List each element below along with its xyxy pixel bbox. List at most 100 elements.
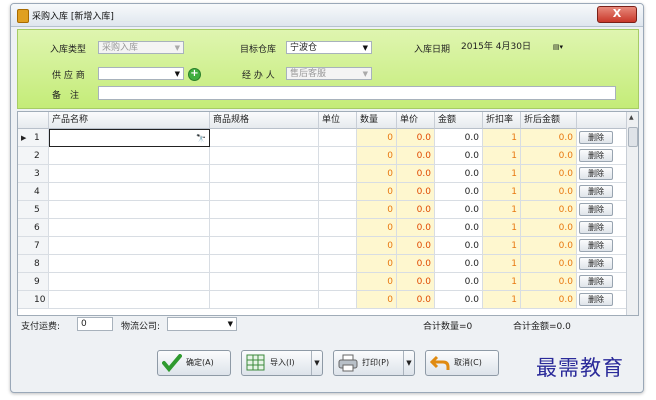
cell-spec[interactable] bbox=[210, 165, 319, 183]
table-row[interactable]: 4 0 0.0 0.0 1 0.0 删除 bbox=[18, 183, 627, 201]
cell-quantity[interactable]: 0 bbox=[357, 219, 397, 237]
col-quantity[interactable]: 数量 bbox=[357, 112, 397, 129]
cell-spec[interactable] bbox=[210, 201, 319, 219]
cell-product-name[interactable] bbox=[49, 273, 210, 291]
table-row[interactable]: 5 0 0.0 0.0 1 0.0 删除 bbox=[18, 201, 627, 219]
cell-unit[interactable] bbox=[319, 291, 357, 309]
close-button[interactable]: X bbox=[597, 6, 637, 23]
cell-spec[interactable] bbox=[210, 147, 319, 165]
delete-row-button[interactable]: 删除 bbox=[579, 275, 613, 288]
cell-unit-price[interactable]: 0.0 bbox=[397, 255, 435, 273]
delete-row-button[interactable]: 删除 bbox=[579, 221, 613, 234]
cell-unit-price[interactable]: 0.0 bbox=[397, 183, 435, 201]
cell-unit[interactable] bbox=[319, 183, 357, 201]
cell-unit[interactable] bbox=[319, 147, 357, 165]
cell-amount[interactable]: 0.0 bbox=[435, 237, 483, 255]
cell-spec[interactable] bbox=[210, 219, 319, 237]
date-picker[interactable]: 2015年 4月30日 ▤▾ bbox=[458, 41, 564, 54]
cell-spec[interactable] bbox=[210, 129, 319, 147]
cell-final-amount[interactable]: 0.0 bbox=[521, 291, 577, 309]
cell-amount[interactable]: 0.0 bbox=[435, 255, 483, 273]
cell-unit[interactable] bbox=[319, 255, 357, 273]
cell-unit-price[interactable]: 0.0 bbox=[397, 291, 435, 309]
import-button[interactable]: 导入(I) ▼ bbox=[241, 350, 323, 376]
import-dropdown-icon[interactable]: ▼ bbox=[311, 351, 322, 375]
cell-product-name[interactable] bbox=[49, 165, 210, 183]
col-product-name[interactable]: 产品名称 bbox=[49, 112, 210, 129]
cell-quantity[interactable]: 0 bbox=[357, 183, 397, 201]
table-row[interactable]: 8 0 0.0 0.0 1 0.0 删除 bbox=[18, 255, 627, 273]
scroll-up-icon[interactable]: ▲ bbox=[629, 114, 634, 121]
freight-input[interactable]: 0 bbox=[77, 317, 113, 331]
vertical-scrollbar[interactable]: ▲ bbox=[626, 112, 638, 315]
cell-final-amount[interactable]: 0.0 bbox=[521, 219, 577, 237]
cell-unit-price[interactable]: 0.0 bbox=[397, 219, 435, 237]
cell-amount[interactable]: 0.0 bbox=[435, 129, 483, 147]
add-supplier-icon[interactable]: + bbox=[188, 68, 201, 81]
cell-quantity[interactable]: 0 bbox=[357, 255, 397, 273]
cell-unit-price[interactable]: 0.0 bbox=[397, 165, 435, 183]
cell-quantity[interactable]: 0 bbox=[357, 237, 397, 255]
cell-spec[interactable] bbox=[210, 183, 319, 201]
col-unit-price[interactable]: 单价 bbox=[397, 112, 435, 129]
cell-unit[interactable] bbox=[319, 219, 357, 237]
scroll-thumb[interactable] bbox=[628, 127, 638, 147]
col-unit[interactable]: 单位 bbox=[319, 112, 357, 129]
cell-amount[interactable]: 0.0 bbox=[435, 291, 483, 309]
cell-discount[interactable]: 1 bbox=[483, 201, 521, 219]
warehouse-select[interactable]: 宁波仓 ▼ bbox=[286, 41, 372, 54]
cell-product-name[interactable] bbox=[49, 237, 210, 255]
cell-amount[interactable]: 0.0 bbox=[435, 183, 483, 201]
cancel-button[interactable]: 取消(C) bbox=[425, 350, 499, 376]
cell-amount[interactable]: 0.0 bbox=[435, 273, 483, 291]
table-row[interactable]: 6 0 0.0 0.0 1 0.0 删除 bbox=[18, 219, 627, 237]
delete-row-button[interactable]: 删除 bbox=[579, 203, 613, 216]
cell-final-amount[interactable]: 0.0 bbox=[521, 201, 577, 219]
cell-quantity[interactable]: 0 bbox=[357, 147, 397, 165]
cell-discount[interactable]: 1 bbox=[483, 129, 521, 147]
col-final-amount[interactable]: 折后金额 bbox=[521, 112, 577, 129]
table-row[interactable]: 2 0 0.0 0.0 1 0.0 删除 bbox=[18, 147, 627, 165]
delete-row-button[interactable]: 删除 bbox=[579, 257, 613, 270]
delete-row-button[interactable]: 删除 bbox=[579, 131, 613, 144]
cell-final-amount[interactable]: 0.0 bbox=[521, 273, 577, 291]
cell-amount[interactable]: 0.0 bbox=[435, 165, 483, 183]
cell-discount[interactable]: 1 bbox=[483, 255, 521, 273]
cell-final-amount[interactable]: 0.0 bbox=[521, 165, 577, 183]
cell-final-amount[interactable]: 0.0 bbox=[521, 255, 577, 273]
remark-input[interactable] bbox=[98, 86, 616, 100]
cell-discount[interactable]: 1 bbox=[483, 147, 521, 165]
cell-product-name[interactable] bbox=[49, 291, 210, 309]
cell-quantity[interactable]: 0 bbox=[357, 273, 397, 291]
table-row[interactable]: 3 0 0.0 0.0 1 0.0 删除 bbox=[18, 165, 627, 183]
cell-amount[interactable]: 0.0 bbox=[435, 201, 483, 219]
delete-row-button[interactable]: 删除 bbox=[579, 185, 613, 198]
cell-unit[interactable] bbox=[319, 201, 357, 219]
cell-unit[interactable] bbox=[319, 129, 357, 147]
cell-spec[interactable] bbox=[210, 255, 319, 273]
print-button[interactable]: 打印(P) ▼ bbox=[333, 350, 415, 376]
cell-final-amount[interactable]: 0.0 bbox=[521, 129, 577, 147]
delete-row-button[interactable]: 删除 bbox=[579, 149, 613, 162]
cell-quantity[interactable]: 0 bbox=[357, 201, 397, 219]
cell-product-name[interactable] bbox=[49, 147, 210, 165]
confirm-button[interactable]: 确定(A) bbox=[157, 350, 231, 376]
delete-row-button[interactable]: 删除 bbox=[579, 239, 613, 252]
table-row[interactable]: 10 0 0.0 0.0 1 0.0 删除 bbox=[18, 291, 627, 309]
cell-quantity[interactable]: 0 bbox=[357, 129, 397, 147]
cell-product-name[interactable] bbox=[49, 255, 210, 273]
supplier-select[interactable]: ▼ bbox=[98, 67, 184, 80]
logistics-select[interactable]: ▼ bbox=[167, 317, 237, 331]
cell-quantity[interactable]: 0 bbox=[357, 165, 397, 183]
cell-spec[interactable] bbox=[210, 237, 319, 255]
cell-discount[interactable]: 1 bbox=[483, 219, 521, 237]
cell-unit-price[interactable]: 0.0 bbox=[397, 129, 435, 147]
cell-unit-price[interactable]: 0.0 bbox=[397, 237, 435, 255]
col-discount[interactable]: 折扣率 bbox=[483, 112, 521, 129]
cell-unit-price[interactable]: 0.0 bbox=[397, 147, 435, 165]
cell-discount[interactable]: 1 bbox=[483, 237, 521, 255]
col-spec[interactable]: 商品规格 bbox=[210, 112, 319, 129]
cell-product-name[interactable]: 🔭 bbox=[49, 129, 210, 147]
cell-final-amount[interactable]: 0.0 bbox=[521, 183, 577, 201]
table-row[interactable]: ▶ 1 🔭 0 0.0 0.0 1 0.0 删除 bbox=[18, 129, 627, 147]
